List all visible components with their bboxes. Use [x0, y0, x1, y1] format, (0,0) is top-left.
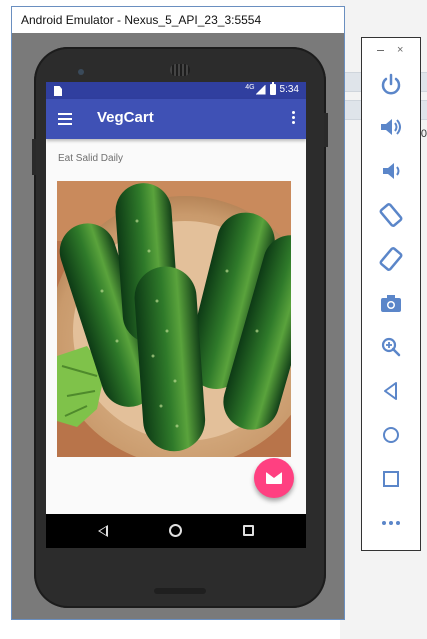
app-title: VegCart: [97, 109, 154, 126]
app-toolbar: VegCart: [46, 99, 306, 139]
nav-overview-icon[interactable]: [243, 525, 254, 536]
system-nav-bar: [46, 514, 306, 548]
sim-card-icon: [54, 86, 62, 96]
cucumber-photo: [57, 181, 291, 457]
more-icon[interactable]: [378, 510, 404, 536]
volume-down-icon[interactable]: [378, 158, 404, 184]
device-screen: 4G 5:34 VegCart Eat Salid Daily: [46, 82, 306, 548]
overflow-menu-icon[interactable]: [292, 111, 296, 127]
battery-icon: [269, 82, 276, 95]
tagline-text: Eat Salid Daily: [58, 153, 124, 164]
toolbar-window-controls: ×: [362, 44, 420, 58]
front-camera: [78, 69, 84, 75]
window-title: Android Emulator - Nexus_5_API_23_3:5554: [21, 13, 262, 27]
camera-icon[interactable]: [378, 290, 404, 316]
emulator-toolbar: ×: [361, 37, 421, 551]
network-type: 4G: [245, 84, 255, 91]
signal-icon: [255, 84, 266, 95]
volume-up-icon[interactable]: [378, 114, 404, 140]
menu-icon[interactable]: [58, 113, 72, 125]
status-bar: 4G 5:34: [46, 82, 306, 99]
email-fab-button[interactable]: [254, 458, 294, 498]
overview-icon[interactable]: [378, 466, 404, 492]
earpiece-speaker: [170, 64, 190, 76]
rotate-left-icon[interactable]: [378, 202, 404, 228]
window-titlebar[interactable]: Android Emulator - Nexus_5_API_23_3:5554: [12, 7, 344, 33]
close-icon[interactable]: ×: [397, 44, 403, 56]
zoom-icon[interactable]: [378, 334, 404, 360]
phone-chin: [154, 588, 206, 594]
nav-home-icon[interactable]: [169, 524, 182, 537]
email-icon: [266, 472, 282, 484]
nav-back-icon[interactable]: [98, 525, 108, 537]
status-time: 5:34: [279, 84, 299, 95]
phone-side-button: [32, 139, 36, 175]
power-icon[interactable]: [378, 71, 404, 97]
minimize-icon[interactable]: [377, 50, 384, 51]
home-icon[interactable]: [378, 422, 404, 448]
phone-side-button: [324, 113, 328, 147]
back-icon[interactable]: [378, 378, 404, 404]
rotate-right-icon[interactable]: [378, 246, 404, 272]
